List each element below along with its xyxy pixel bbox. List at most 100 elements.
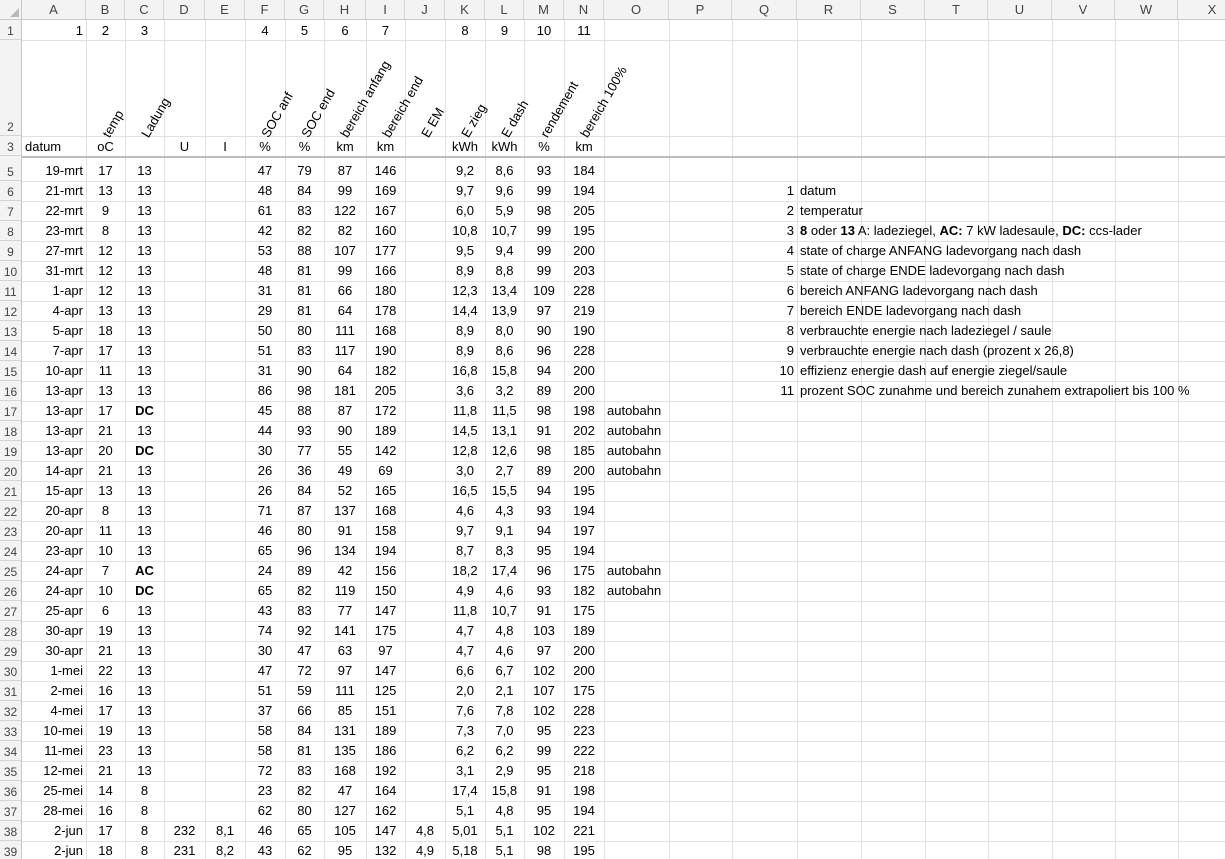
table-cell[interactable]: 6,0 xyxy=(445,201,485,221)
table-cell[interactable]: 15,5 xyxy=(485,481,524,501)
row-header-17[interactable]: 17 xyxy=(0,401,21,421)
table-cell[interactable]: 94 xyxy=(524,361,564,381)
table-cell[interactable]: 169 xyxy=(366,181,405,201)
table-cell[interactable]: 42 xyxy=(245,221,285,241)
table-cell[interactable]: 10,7 xyxy=(485,601,524,621)
header-m2[interactable]: rendement xyxy=(537,79,581,140)
column-header-o[interactable]: O xyxy=(604,0,669,19)
table-cell[interactable]: 92 xyxy=(285,621,324,641)
table-cell[interactable]: 65 xyxy=(245,541,285,561)
table-cell[interactable]: 228 xyxy=(564,701,604,721)
unit-a3[interactable]: datum xyxy=(22,137,86,157)
table-cell[interactable]: 8 xyxy=(125,781,164,801)
table-cell[interactable]: 12-mei xyxy=(22,761,86,781)
table-cell[interactable]: 15,8 xyxy=(485,781,524,801)
table-cell[interactable]: 147 xyxy=(366,661,405,681)
table-cell[interactable]: 47 xyxy=(324,781,366,801)
table-cell[interactable]: 21 xyxy=(86,421,125,441)
table-cell[interactable]: 180 xyxy=(366,281,405,301)
note-cell[interactable]: autobahn xyxy=(604,461,664,481)
row-header-35[interactable]: 35 xyxy=(0,761,21,781)
table-cell[interactable]: 162 xyxy=(366,801,405,821)
row-header-8[interactable]: 8 xyxy=(0,221,21,241)
row-header-11[interactable]: 11 xyxy=(0,281,21,301)
table-cell[interactable]: 141 xyxy=(324,621,366,641)
table-cell[interactable]: 43 xyxy=(245,841,285,859)
table-cell[interactable]: 105 xyxy=(324,821,366,841)
table-cell[interactable]: 13 xyxy=(125,601,164,621)
table-cell[interactable]: 19 xyxy=(86,621,125,641)
table-cell[interactable]: AC xyxy=(125,561,164,581)
cell-i1[interactable]: 7 xyxy=(366,21,405,41)
table-cell[interactable]: 14-apr xyxy=(22,461,86,481)
table-cell[interactable]: 99 xyxy=(324,261,366,281)
table-cell[interactable]: 200 xyxy=(564,661,604,681)
table-cell[interactable]: 96 xyxy=(524,341,564,361)
table-cell[interactable]: 24 xyxy=(245,561,285,581)
table-cell[interactable]: 89 xyxy=(285,561,324,581)
table-cell[interactable]: 64 xyxy=(324,301,366,321)
table-cell[interactable]: 95 xyxy=(324,841,366,859)
table-cell[interactable]: 17 xyxy=(86,701,125,721)
table-cell[interactable]: 96 xyxy=(285,541,324,561)
table-cell[interactable]: 146 xyxy=(366,161,405,181)
table-cell[interactable]: 47 xyxy=(245,661,285,681)
unit-b3[interactable]: oC xyxy=(86,137,125,157)
column-header-v[interactable]: V xyxy=(1052,0,1115,19)
table-cell[interactable]: 22 xyxy=(86,661,125,681)
table-cell[interactable]: 52 xyxy=(324,481,366,501)
column-header-h[interactable]: H xyxy=(324,0,366,19)
table-cell[interactable]: 42 xyxy=(324,561,366,581)
table-cell[interactable]: 43 xyxy=(245,601,285,621)
legend-number[interactable]: 7 xyxy=(732,301,797,321)
table-cell[interactable]: 11-mei xyxy=(22,741,86,761)
table-cell[interactable]: 65 xyxy=(245,581,285,601)
unit-l3[interactable]: kWh xyxy=(485,137,524,157)
table-cell[interactable]: 8,6 xyxy=(485,341,524,361)
table-cell[interactable]: 58 xyxy=(245,721,285,741)
header-c2[interactable]: Ladung xyxy=(138,95,173,140)
table-cell[interactable]: 8,7 xyxy=(445,541,485,561)
table-cell[interactable]: 10 xyxy=(86,581,125,601)
table-cell[interactable]: 102 xyxy=(524,661,564,681)
table-cell[interactable]: 175 xyxy=(564,601,604,621)
table-cell[interactable]: 19-mrt xyxy=(22,161,86,181)
table-cell[interactable]: 13 xyxy=(125,461,164,481)
table-cell[interactable]: 18 xyxy=(86,321,125,341)
header-j2[interactable]: E EM xyxy=(418,105,447,140)
table-cell[interactable]: 18 xyxy=(86,841,125,859)
table-cell[interactable]: 98 xyxy=(524,841,564,859)
table-cell[interactable]: 9,5 xyxy=(445,241,485,261)
table-cell[interactable]: 150 xyxy=(366,581,405,601)
table-cell[interactable]: 147 xyxy=(366,821,405,841)
unit-n3[interactable]: km xyxy=(564,137,604,157)
table-cell[interactable]: 12 xyxy=(86,241,125,261)
table-cell[interactable]: 61 xyxy=(245,201,285,221)
table-cell[interactable]: 165 xyxy=(366,481,405,501)
table-cell[interactable]: 8 xyxy=(86,501,125,521)
cell-grid[interactable]: 1 2 3 4 5 6 7 8 9 10 11 temp Ladung SOC anf SOC end ber… xyxy=(22,20,1225,859)
unit-f3[interactable]: % xyxy=(245,137,285,157)
table-cell[interactable]: 167 xyxy=(366,201,405,221)
unit-d3[interactable]: U xyxy=(164,137,205,157)
table-cell[interactable]: 46 xyxy=(245,821,285,841)
column-header-q[interactable]: Q xyxy=(732,0,797,19)
table-cell[interactable]: 2-jun xyxy=(22,821,86,841)
table-cell[interactable]: 13 xyxy=(125,661,164,681)
table-cell[interactable]: 45 xyxy=(245,401,285,421)
table-cell[interactable]: 13 xyxy=(125,421,164,441)
table-cell[interactable]: 13 xyxy=(125,261,164,281)
table-cell[interactable]: 13,4 xyxy=(485,281,524,301)
table-cell[interactable]: 194 xyxy=(564,801,604,821)
table-cell[interactable]: 7-apr xyxy=(22,341,86,361)
row-header-34[interactable]: 34 xyxy=(0,741,21,761)
table-cell[interactable]: 21-mrt xyxy=(22,181,86,201)
legend-number[interactable]: 2 xyxy=(732,201,797,221)
table-cell[interactable]: 7,0 xyxy=(485,721,524,741)
table-cell[interactable]: 80 xyxy=(285,521,324,541)
column-header-x[interactable]: X xyxy=(1178,0,1225,19)
table-cell[interactable]: 147 xyxy=(366,601,405,621)
table-cell[interactable]: 6,7 xyxy=(485,661,524,681)
legend-text[interactable]: 8 oder 13 A: ladeziegel, AC: 7 kW ladesa… xyxy=(800,221,1142,241)
column-header-j[interactable]: J xyxy=(405,0,445,19)
